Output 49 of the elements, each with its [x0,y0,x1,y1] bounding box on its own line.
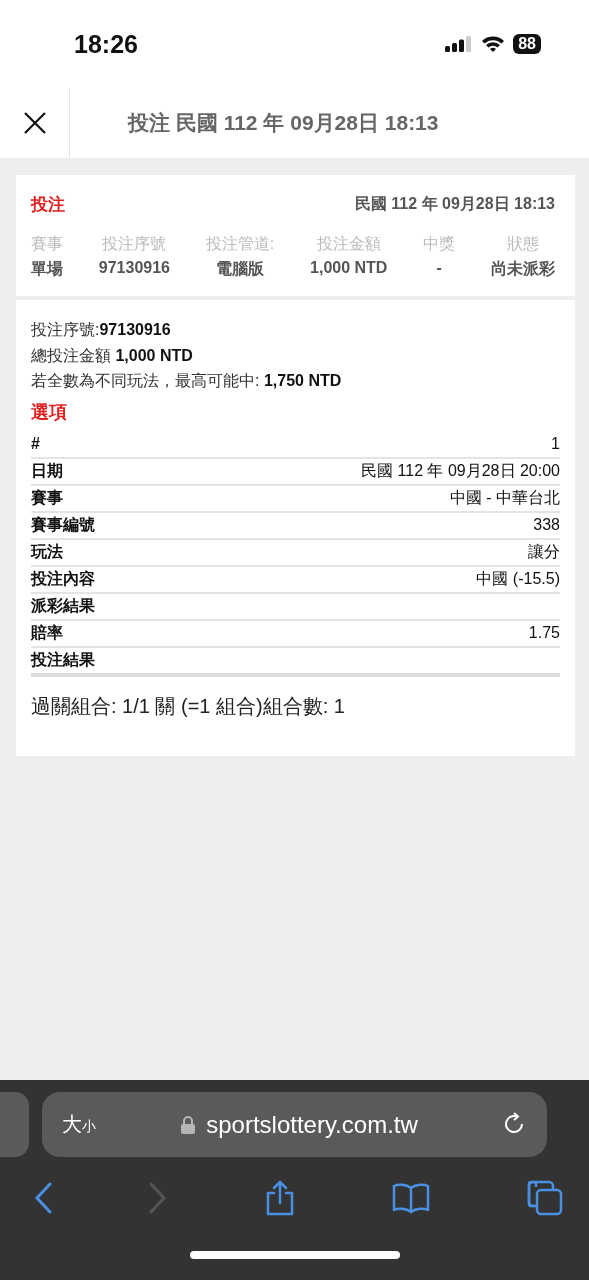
column-label: 投注金額 [316,234,381,254]
page-title: 投注 民國 112 年 09月28日 18:13 [126,110,440,136]
column-label: 狀態 [507,234,539,254]
status-time: 18:26 [74,29,138,59]
row-value: 中國 (-15.5) [476,568,560,589]
back-icon[interactable] [34,1182,52,1214]
url-text: sportslottery.com.tw [206,1110,418,1139]
bet-heading: 投注 [31,194,65,216]
row-label: 派彩結果 [31,595,95,616]
column-label: 中獎 [423,234,456,254]
detail-line: 投注序號:97130916 [31,320,172,340]
column-value: - [436,259,442,277]
row-value: 1 [551,435,560,453]
row-label: 賽事編號 [31,514,95,535]
column-value: 單場 [31,259,63,279]
lock-icon [181,1115,196,1134]
text-size-button[interactable]: 大小 [62,1111,96,1138]
detail-line: 總投注金額 1,000 NTD [31,345,194,366]
share-icon[interactable] [264,1180,295,1216]
row-label: 投注內容 [31,568,95,589]
column-value: 97130916 [98,259,170,277]
options-heading: 選項 [31,400,68,424]
row-value: 1.75 [528,624,560,642]
row-label: 日期 [31,460,63,481]
close-icon [22,111,47,135]
tabs-icon[interactable] [527,1180,563,1216]
combination-text: 過關組合: 1/1 關 (=1 組合)組合數: 1 [31,693,346,719]
wifi-icon [481,35,506,53]
row-label: 賽事 [31,487,63,508]
address-bar[interactable]: 大小 sportslottery.com.tw [42,1092,547,1157]
row-label: # [31,435,40,453]
row-value: 338 [533,516,560,534]
row-value: 讓分 [528,541,560,562]
row-label: 玩法 [31,541,63,562]
column-value: 電腦版 [216,259,264,279]
signal-icon [445,36,474,52]
column-value: 1,000 NTD [310,259,388,277]
battery-level: 88 [513,34,541,54]
column-label: 投注序號 [102,234,167,254]
column-value: 尚未派彩 [491,259,555,279]
book-icon[interactable] [391,1182,430,1214]
bet-datetime: 民國 112 年 09月28日 18:13 [354,194,555,214]
row-label: 投注結果 [31,649,95,670]
column-label: 投注管道: [205,234,275,254]
detail-line: 若全數為不同玩法，最高可能中: 1,750 NTD [31,371,343,391]
column-label: 賽事 [31,234,63,254]
row-value: 民國 112 年 09月28日 20:00 [361,460,560,481]
row-value: 中國 - 中華台北 [449,487,560,508]
row-label: 賠率 [31,622,63,643]
